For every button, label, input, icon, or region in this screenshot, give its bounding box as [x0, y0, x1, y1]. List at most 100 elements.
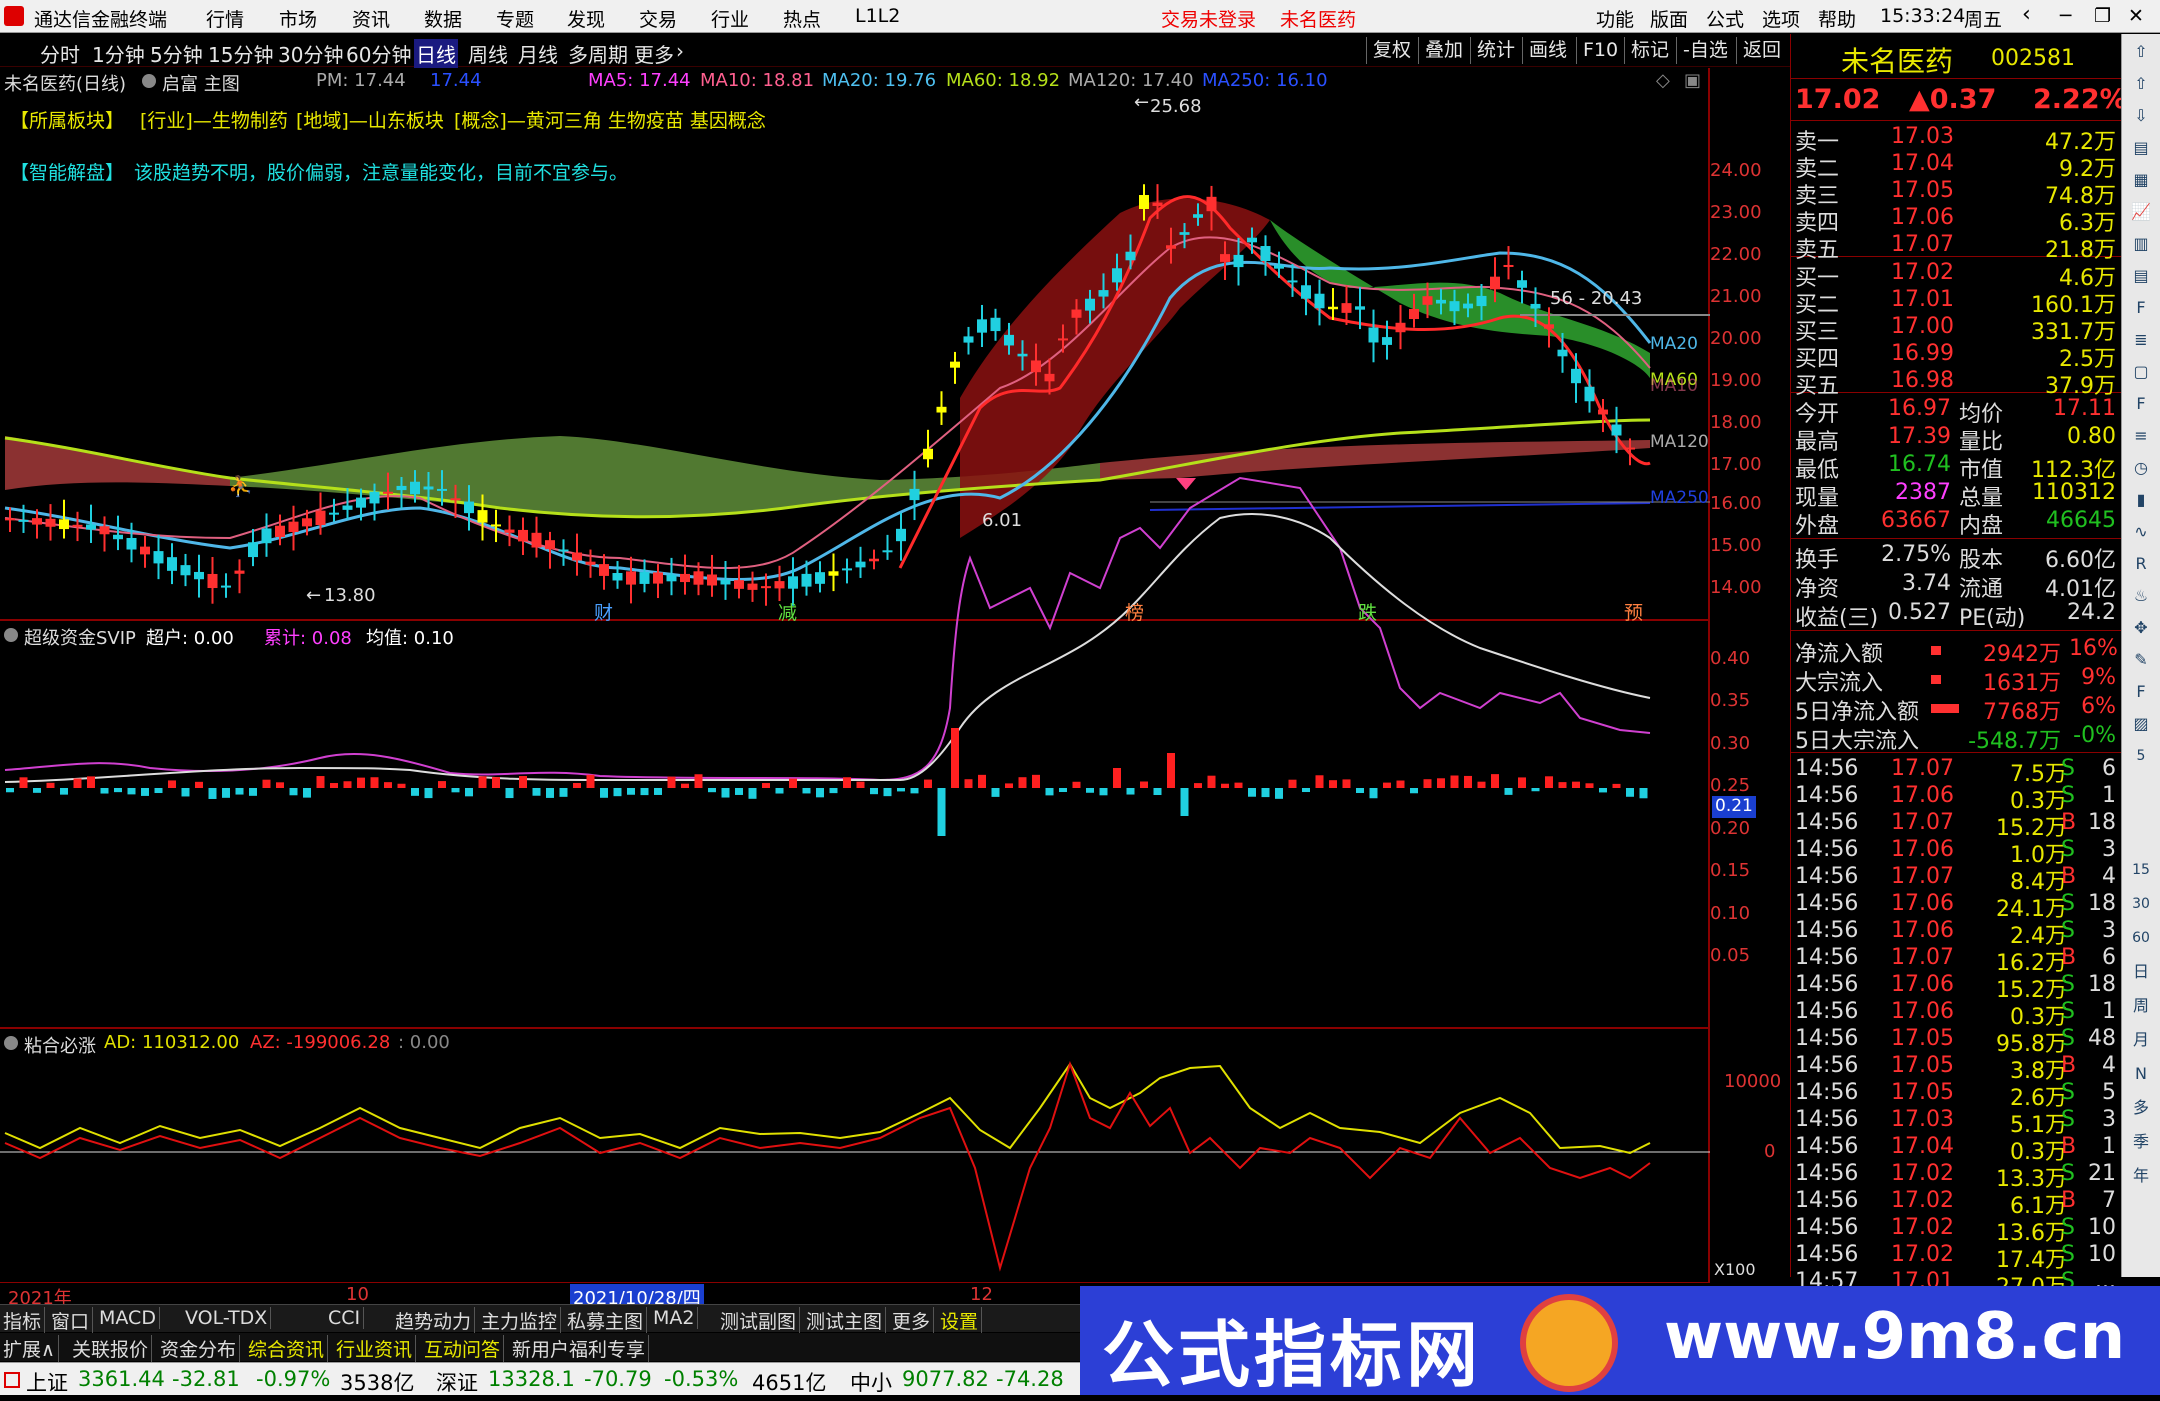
chart-canvas[interactable]: ⛹	[0, 68, 1710, 1282]
menu-item-redian[interactable]: 热点	[783, 5, 821, 32]
menu-item-jiaoyi[interactable]: 交易	[639, 5, 677, 32]
event-jian[interactable]: 减	[778, 598, 797, 625]
clock-icon[interactable]: ◷	[2129, 456, 2153, 480]
minimize-icon[interactable]: ─	[2060, 5, 2071, 27]
ext-tab-2[interactable]: 资金分布	[157, 1335, 241, 1362]
btn-huaxian[interactable]: 画线	[1522, 37, 1573, 64]
tool-icon[interactable]: ▨	[2129, 712, 2153, 736]
quote-row[interactable]: 净流入额 2942万 16%	[1791, 636, 2122, 667]
kline-icon[interactable]: ▥	[2129, 232, 2153, 256]
quote-row[interactable]: 最高 17.39 量比 0.80	[1791, 424, 2122, 455]
doc-icon[interactable]: ▤	[2129, 136, 2153, 160]
period-5[interactable]: 5	[2129, 744, 2153, 768]
down-icon[interactable]: ⇩	[2129, 104, 2153, 128]
menu-item-l1l2[interactable]: L1L2	[855, 5, 900, 27]
quote-row[interactable]: 14:56 17.03 5.1万 S 3	[1791, 1107, 2122, 1138]
ind2-settings-icon[interactable]	[4, 1036, 18, 1050]
quote-row[interactable]: 14:56 17.06 15.2万 S 18	[1791, 972, 2122, 1003]
quote-row[interactable]: 14:56 17.02 6.1万 B 7	[1791, 1188, 2122, 1219]
tf-daily[interactable]: 日线	[414, 39, 458, 68]
quote-row[interactable]: 买四 16.99 2.5万	[1791, 341, 2122, 372]
tf-more[interactable]: 更多	[634, 39, 674, 68]
menu-item-shuju[interactable]: 数据	[424, 5, 462, 32]
line-chart-icon[interactable]: 📈	[2129, 200, 2153, 224]
menu-item-bangzhu[interactable]: 帮助	[1818, 5, 1856, 32]
ext-tab-3[interactable]: 综合资讯	[245, 1335, 329, 1362]
quote-row[interactable]: 14:56 17.07 15.2万 B 18	[1791, 810, 2122, 841]
industry-tag[interactable]: [行业]—生物制药	[140, 106, 288, 133]
tab-6[interactable]: 主力监控	[478, 1307, 562, 1334]
tab-4[interactable]: CCI	[325, 1307, 365, 1329]
tf-1min[interactable]: 1分钟	[92, 39, 145, 68]
period-year[interactable]: 年	[2129, 1164, 2153, 1188]
ext-tab-1[interactable]: 关联报价	[69, 1335, 153, 1362]
quote-row[interactable]: 14:56 17.06 24.1万 S 18	[1791, 891, 2122, 922]
maximize-icon[interactable]: ❐	[2094, 5, 2111, 27]
move-icon[interactable]: ✥	[2129, 616, 2153, 640]
period-n[interactable]: N	[2129, 1062, 2153, 1086]
period-15[interactable]: 15	[2129, 858, 2153, 882]
menu-item-banmian[interactable]: 版面	[1650, 5, 1688, 32]
tf-5min[interactable]: 5分钟	[150, 39, 203, 68]
tab-9[interactable]: 测试副图	[717, 1307, 801, 1334]
menu-item-zixun[interactable]: 资讯	[352, 5, 390, 32]
quote-row[interactable]: 14:56 17.05 2.6万 S 5	[1791, 1080, 2122, 1111]
quote-row[interactable]: 卖四 17.06 6.3万	[1791, 205, 2122, 236]
back-arrow-icon[interactable]: ‹	[2022, 2, 2031, 27]
quote-row[interactable]: 最低 16.74 市值 112.3亿	[1791, 452, 2122, 483]
chevron-right-icon[interactable]: ›	[676, 39, 684, 63]
ext-tab-0[interactable]: 扩展∧	[0, 1335, 59, 1362]
ext-tab-5[interactable]: 互动问答	[421, 1335, 505, 1362]
doc2-icon[interactable]: ▢	[2129, 360, 2153, 384]
quote-row[interactable]: 14:56 17.06 0.3万 S 1	[1791, 999, 2122, 1030]
sh-index-name[interactable]: 上证	[26, 1367, 68, 1397]
up-arrow-icon[interactable]: ⇧	[2129, 40, 2153, 64]
tab-11[interactable]: 更多	[889, 1307, 935, 1334]
quote-row[interactable]: 收益(三) 0.527 PE(动) 24.2	[1791, 600, 2122, 631]
quote-row[interactable]: 14:56 17.06 1.0万 S 3	[1791, 837, 2122, 868]
quote-row[interactable]: 买三 17.00 331.7万	[1791, 314, 2122, 345]
bars-icon[interactable]: ▮	[2129, 488, 2153, 512]
tab-10[interactable]: 测试主图	[803, 1307, 887, 1334]
chart-mode[interactable]: 启富 主图	[162, 70, 240, 96]
quote-row[interactable]: 5日大宗流入 -548.7万 -0%	[1791, 723, 2122, 754]
quote-row[interactable]: 14:56 17.04 0.3万 B 1	[1791, 1134, 2122, 1165]
quote-row[interactable]: 卖三 17.05 74.8万	[1791, 178, 2122, 209]
quote-row[interactable]: 卖一 17.03 47.2万	[1791, 124, 2122, 155]
quote-row[interactable]: 卖五 17.07 21.8万	[1791, 232, 2122, 263]
tab-1[interactable]: 窗口	[48, 1307, 94, 1334]
menu-item-gongshi[interactable]: 公式	[1706, 5, 1744, 32]
tf-60min[interactable]: 60分钟	[346, 39, 411, 68]
period-week[interactable]: 周	[2129, 994, 2153, 1018]
menu-item-hangqing[interactable]: 行情	[206, 5, 244, 32]
sz-index-name[interactable]: 深证	[436, 1367, 478, 1397]
quote-row[interactable]: 14:56 17.02 13.3万 S 21	[1791, 1161, 2122, 1192]
quote-row[interactable]: 净资 3.74 流通 4.01亿	[1791, 571, 2122, 602]
diamond-icon[interactable]: ◇	[1656, 70, 1670, 91]
tf-multi[interactable]: 多周期	[568, 39, 628, 68]
period-quarter[interactable]: 季	[2129, 1130, 2153, 1154]
menu-item-gongneng[interactable]: 功能	[1596, 5, 1634, 32]
quote-row[interactable]: 大宗流入 1631万 9%	[1791, 665, 2122, 696]
btn-tongji[interactable]: 统计	[1470, 37, 1521, 64]
quote-row[interactable]: 14:56 17.07 7.5万 S 6	[1791, 756, 2122, 787]
rsi-icon[interactable]: R	[2129, 552, 2153, 576]
tf-weekly[interactable]: 周线	[468, 39, 508, 68]
quote-row[interactable]: 买五 16.98 37.9万	[1791, 368, 2122, 399]
quote-row[interactable]: 今开 16.97 均价 17.11	[1791, 396, 2122, 427]
menu-item-zhuanti[interactable]: 专题	[496, 5, 534, 32]
quote-row[interactable]: 14:56 17.05 95.8万 S 48	[1791, 1026, 2122, 1057]
stack-icon[interactable]: ≡	[2129, 424, 2153, 448]
quote-row[interactable]: 14:56 17.06 0.3万 S 1	[1791, 783, 2122, 814]
tf-monthly[interactable]: 月线	[518, 39, 558, 68]
menu-item-xuanxiang[interactable]: 选项	[1762, 5, 1800, 32]
table-icon[interactable]: ▤	[2129, 264, 2153, 288]
tab-0[interactable]: 指标	[0, 1307, 46, 1334]
panel-toggle-icon[interactable]: ▣	[1684, 70, 1701, 91]
quote-row[interactable]: 14:56 17.07 8.4万 B 4	[1791, 864, 2122, 895]
quote-row[interactable]: 外盘 63667 内盘 46645	[1791, 508, 2122, 539]
quote-row[interactable]: 14:56 17.02 17.4万 S 10	[1791, 1242, 2122, 1273]
grid-icon[interactable]: ▦	[2129, 168, 2153, 192]
event-bang[interactable]: 榜	[1125, 598, 1144, 625]
ext-tab-6[interactable]: 新用户福利专享	[509, 1335, 650, 1362]
